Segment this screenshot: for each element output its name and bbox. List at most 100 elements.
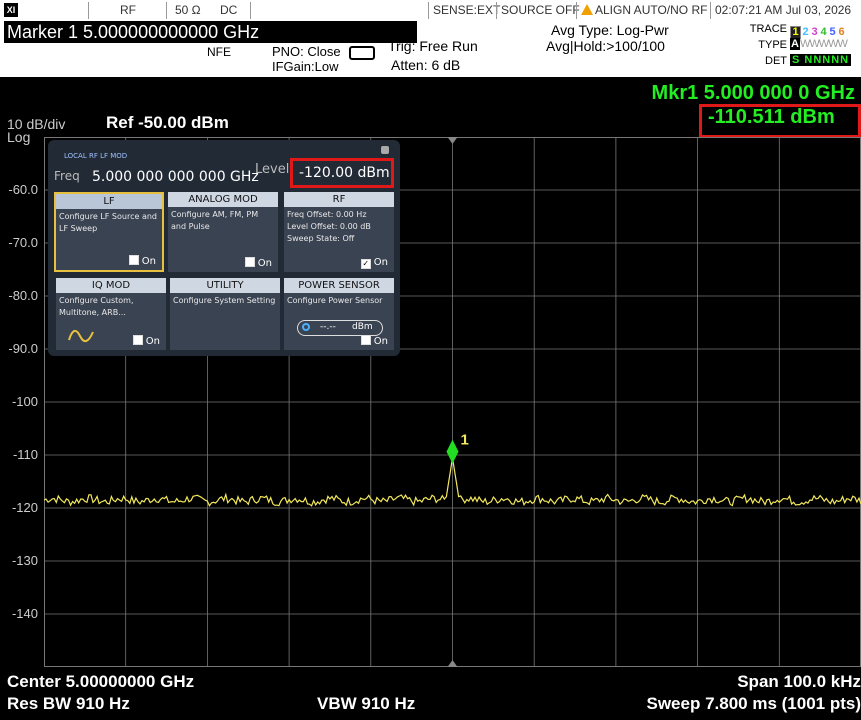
tile-iq-on: On bbox=[145, 336, 160, 347]
y-tick-label: -120 bbox=[11, 500, 38, 515]
sense-status: SENSE:EXT bbox=[433, 3, 501, 17]
y-tick-label: -140 bbox=[11, 606, 38, 621]
avg-hold-label: Avg|Hold:>100/100 bbox=[546, 38, 665, 54]
signal-generator-panel: LOCAL RF LF MOD Freq 5.000 000 000 000 G… bbox=[48, 140, 400, 356]
tile-rf-title: RF bbox=[284, 192, 394, 207]
siggen-freq-label: Freq bbox=[54, 169, 80, 183]
tile-rf[interactable]: RF Freq Offset: 0.00 Hz Level Offset: 0.… bbox=[284, 192, 394, 272]
center-frequency-tick-top bbox=[447, 137, 458, 144]
tile-power-sensor[interactable]: POWER SENSOR Configure Power Sensor --.-… bbox=[284, 278, 394, 350]
input-coupling: DC bbox=[220, 3, 238, 17]
tile-rf-checkbox-checked[interactable]: ✓ bbox=[360, 259, 371, 269]
trace-4[interactable]: 4 bbox=[819, 27, 828, 38]
span[interactable]: Span 100.0 kHz bbox=[737, 672, 861, 692]
tile-sensor-toggle[interactable]: On bbox=[360, 335, 388, 347]
marker-title[interactable]: Marker 1 5.000000000000 GHz bbox=[4, 21, 417, 43]
y-tick-label: -80.0 bbox=[8, 288, 38, 303]
status-bar: XI RF 50 Ω DC SENSE:EXT SOURCE OFF ALIGN… bbox=[0, 0, 861, 21]
tile-utility[interactable]: UTILITY Configure System Setting bbox=[170, 278, 280, 350]
tile-iq-desc: Configure Custom, Multitone, ARB... bbox=[59, 296, 134, 317]
trace-6[interactable]: 6 bbox=[837, 27, 846, 38]
y-tick-label: -60.0 bbox=[8, 182, 38, 197]
sensor-reading: --.-- bbox=[320, 322, 336, 332]
lock-icon bbox=[381, 146, 389, 154]
tile-utility-desc: Configure System Setting bbox=[173, 296, 276, 305]
resolution-bandwidth[interactable]: Res BW 910 Hz bbox=[7, 694, 130, 714]
y-tick-label: -100 bbox=[11, 394, 38, 409]
center-frequency[interactable]: Center 5.00000000 GHz bbox=[7, 672, 194, 692]
input-impedance: 50 Ω bbox=[175, 3, 201, 17]
atten-label: Atten: 6 dB bbox=[391, 57, 461, 73]
ifgain-label: IFGain:Low bbox=[272, 59, 339, 74]
measurement-header: Marker 1 5.000000000000 GHz NFE PNO: Clo… bbox=[0, 21, 861, 77]
det-values: S NNNNN bbox=[790, 54, 852, 66]
avg-type-label: Avg Type: Log-Pwr bbox=[551, 22, 669, 38]
tile-lf-title: LF bbox=[56, 194, 162, 209]
sensor-unit: dBm bbox=[352, 322, 373, 332]
trace-3[interactable]: 3 bbox=[810, 27, 819, 38]
tile-lf-checkbox[interactable] bbox=[128, 255, 139, 265]
tile-analog-checkbox[interactable] bbox=[244, 257, 255, 267]
datetime: 02:07:21 AM Jul 03, 2026 bbox=[715, 3, 852, 17]
marker-level-readout: -110.511 dBm bbox=[708, 106, 835, 128]
sensor-status-icon bbox=[302, 323, 310, 331]
align-status: ALIGN AUTO/NO RF bbox=[581, 3, 707, 17]
type-value-1: A bbox=[790, 38, 800, 50]
marker-1-label: 1 bbox=[461, 432, 469, 449]
pno-label: PNO: Close bbox=[272, 44, 341, 59]
y-tick-label: -110 bbox=[12, 447, 38, 462]
siggen-level-value[interactable]: -120.00 dBm bbox=[299, 165, 390, 181]
tile-lf-desc: Configure LF Source and LF Sweep bbox=[59, 212, 157, 233]
reference-level: Ref -50.00 dBm bbox=[106, 113, 229, 132]
tile-analog-title: ANALOG MOD bbox=[168, 192, 278, 207]
tile-iq-title: IQ MOD bbox=[56, 278, 166, 293]
tile-rf-desc: Freq Offset: 0.00 Hz Level Offset: 0.00 … bbox=[287, 210, 371, 243]
tile-analog-mod[interactable]: ANALOG MOD Configure AM, FM, PM and Puls… bbox=[168, 192, 278, 272]
tile-sensor-title: POWER SENSOR bbox=[284, 278, 394, 293]
type-label: TYPE bbox=[758, 39, 787, 51]
center-frequency-tick-bottom bbox=[447, 660, 458, 667]
tile-iq-checkbox[interactable] bbox=[132, 335, 143, 345]
tile-sensor-desc: Configure Power Sensor bbox=[287, 296, 383, 305]
type-value-rest: WWWWW bbox=[799, 38, 848, 50]
iq-waveform-icon bbox=[68, 329, 94, 343]
nfe-label: NFE bbox=[207, 45, 231, 59]
marker-frequency-readout: Mkr1 5.000 000 0 GHz bbox=[651, 82, 855, 104]
y-tick-label: -70.0 bbox=[8, 235, 38, 250]
siggen-freq-value[interactable]: 5.000 000 000 000 GHz bbox=[92, 169, 259, 185]
tile-lf-toggle[interactable]: On bbox=[128, 255, 156, 267]
sensor-reading-box: --.-- dBm bbox=[297, 320, 383, 336]
tile-iq-mod[interactable]: IQ MOD Configure Custom, Multitone, ARB.… bbox=[56, 278, 166, 350]
trace-panel: TRACE 123456 TYPE AWWWWW DET S NNNNN bbox=[748, 21, 861, 71]
video-bandwidth[interactable]: VBW 910 Hz bbox=[317, 694, 415, 714]
y-tick-label: -130 bbox=[11, 553, 38, 568]
tile-lf[interactable]: LF Configure LF Source and LF Sweep On bbox=[54, 192, 164, 272]
tile-sensor-on: On bbox=[373, 336, 388, 347]
input-port: RF bbox=[120, 3, 136, 17]
scale-log: Log bbox=[7, 129, 31, 145]
tile-rf-toggle[interactable]: ✓ On bbox=[360, 257, 388, 269]
siggen-mode: LOCAL RF LF MOD bbox=[64, 152, 128, 160]
marker-1-diamond[interactable] bbox=[446, 439, 459, 464]
source-status: SOURCE OFF bbox=[501, 3, 580, 17]
tile-sensor-checkbox[interactable] bbox=[360, 335, 371, 345]
siggen-level-label: Level bbox=[255, 162, 290, 177]
trace-label: TRACE bbox=[749, 23, 787, 35]
type-values: AWWWWW bbox=[790, 38, 848, 50]
tile-utility-title: UTILITY bbox=[170, 278, 280, 293]
keysight-logo: XI bbox=[4, 3, 18, 17]
trigger-label: Trig: Free Run bbox=[388, 38, 478, 54]
tile-rf-on: On bbox=[373, 257, 388, 268]
tile-iq-toggle[interactable]: On bbox=[132, 335, 160, 347]
tile-analog-on: On bbox=[257, 258, 272, 269]
tile-lf-on: On bbox=[141, 256, 156, 267]
trace-2[interactable]: 2 bbox=[801, 27, 810, 38]
y-tick-label: -90.0 bbox=[8, 341, 38, 356]
tile-analog-toggle[interactable]: On bbox=[244, 257, 272, 269]
tile-analog-desc: Configure AM, FM, PM and Pulse bbox=[171, 210, 259, 231]
sweep-time[interactable]: Sweep 7.800 ms (1001 pts) bbox=[646, 694, 861, 714]
pno-gate-icon bbox=[349, 46, 375, 60]
trace-5[interactable]: 5 bbox=[828, 27, 837, 38]
det-label: DET bbox=[765, 55, 787, 67]
align-text: ALIGN AUTO/NO RF bbox=[595, 3, 708, 17]
